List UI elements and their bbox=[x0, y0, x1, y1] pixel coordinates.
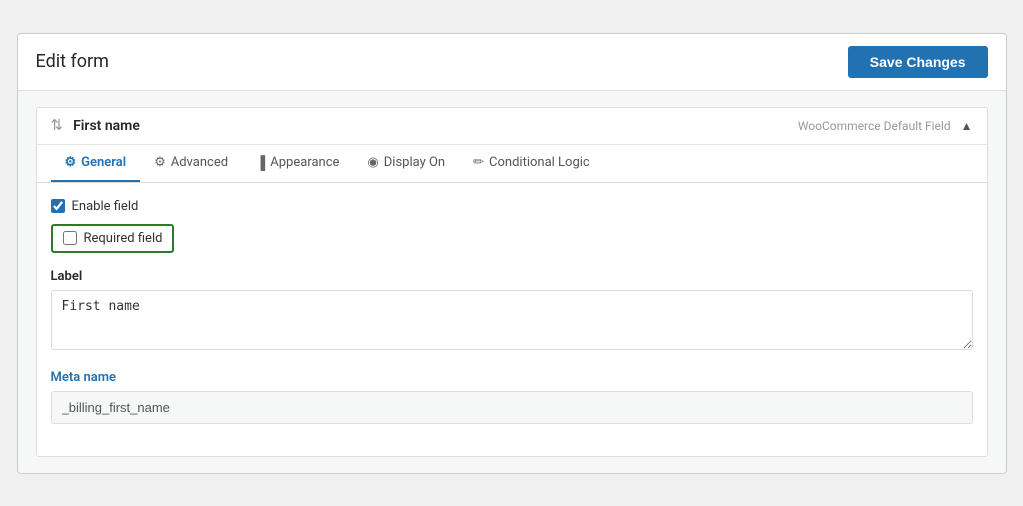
field-name: First name bbox=[73, 118, 140, 134]
required-field-label[interactable]: Required field bbox=[84, 231, 163, 246]
general-tab-icon: ⚙ bbox=[65, 155, 77, 170]
meta-name-section: Meta name bbox=[51, 370, 973, 424]
tab-advanced-label: Advanced bbox=[171, 155, 228, 170]
field-header-left: ⇅ First name bbox=[51, 118, 140, 134]
woo-default-label: WooCommerce Default Field bbox=[798, 119, 951, 133]
edit-form-container: Edit form Save Changes ⇅ First name WooC… bbox=[17, 33, 1007, 474]
enable-field-checkbox[interactable] bbox=[51, 199, 65, 213]
sort-icon[interactable]: ⇅ bbox=[51, 118, 64, 133]
tab-conditional-logic[interactable]: ✏ Conditional Logic bbox=[459, 145, 604, 182]
tab-conditional-logic-label: Conditional Logic bbox=[489, 155, 590, 170]
meta-name-input[interactable] bbox=[51, 391, 973, 424]
enable-field-row: Enable field bbox=[51, 199, 973, 214]
tab-advanced[interactable]: ⚙ Advanced bbox=[140, 145, 242, 182]
tab-content-general: Enable field Required field Label Meta n… bbox=[37, 183, 987, 456]
field-header: ⇅ First name WooCommerce Default Field ▲ bbox=[37, 108, 987, 145]
conditional-logic-tab-icon: ✏ bbox=[473, 155, 484, 170]
field-card: ⇅ First name WooCommerce Default Field ▲… bbox=[36, 107, 988, 457]
tab-general-label: General bbox=[81, 155, 126, 170]
tab-appearance[interactable]: ▐ Appearance bbox=[242, 145, 353, 183]
save-changes-button[interactable]: Save Changes bbox=[848, 46, 988, 78]
label-section: Label bbox=[51, 269, 973, 354]
label-heading: Label bbox=[51, 269, 973, 284]
display-on-tab-icon: ◉ bbox=[367, 155, 378, 170]
enable-field-label[interactable]: Enable field bbox=[72, 199, 139, 214]
required-field-box[interactable]: Required field bbox=[51, 224, 175, 253]
page-title: Edit form bbox=[36, 51, 109, 72]
content-area: ⇅ First name WooCommerce Default Field ▲… bbox=[18, 91, 1006, 473]
field-header-right: WooCommerce Default Field ▲ bbox=[798, 119, 973, 133]
collapse-icon[interactable]: ▲ bbox=[961, 119, 973, 133]
tab-display-on[interactable]: ◉ Display On bbox=[353, 145, 459, 182]
tab-general[interactable]: ⚙ General bbox=[51, 145, 141, 182]
advanced-tab-icon: ⚙ bbox=[154, 155, 166, 170]
appearance-tab-icon: ▐ bbox=[256, 155, 265, 171]
tab-display-on-label: Display On bbox=[384, 155, 445, 170]
meta-name-heading: Meta name bbox=[51, 370, 973, 385]
page-header: Edit form Save Changes bbox=[18, 34, 1006, 91]
tab-appearance-label: Appearance bbox=[270, 155, 339, 170]
label-input[interactable] bbox=[51, 290, 973, 350]
required-field-checkbox[interactable] bbox=[63, 231, 77, 245]
tabs-bar: ⚙ General ⚙ Advanced ▐ Appearance ◉ Disp… bbox=[37, 145, 987, 183]
